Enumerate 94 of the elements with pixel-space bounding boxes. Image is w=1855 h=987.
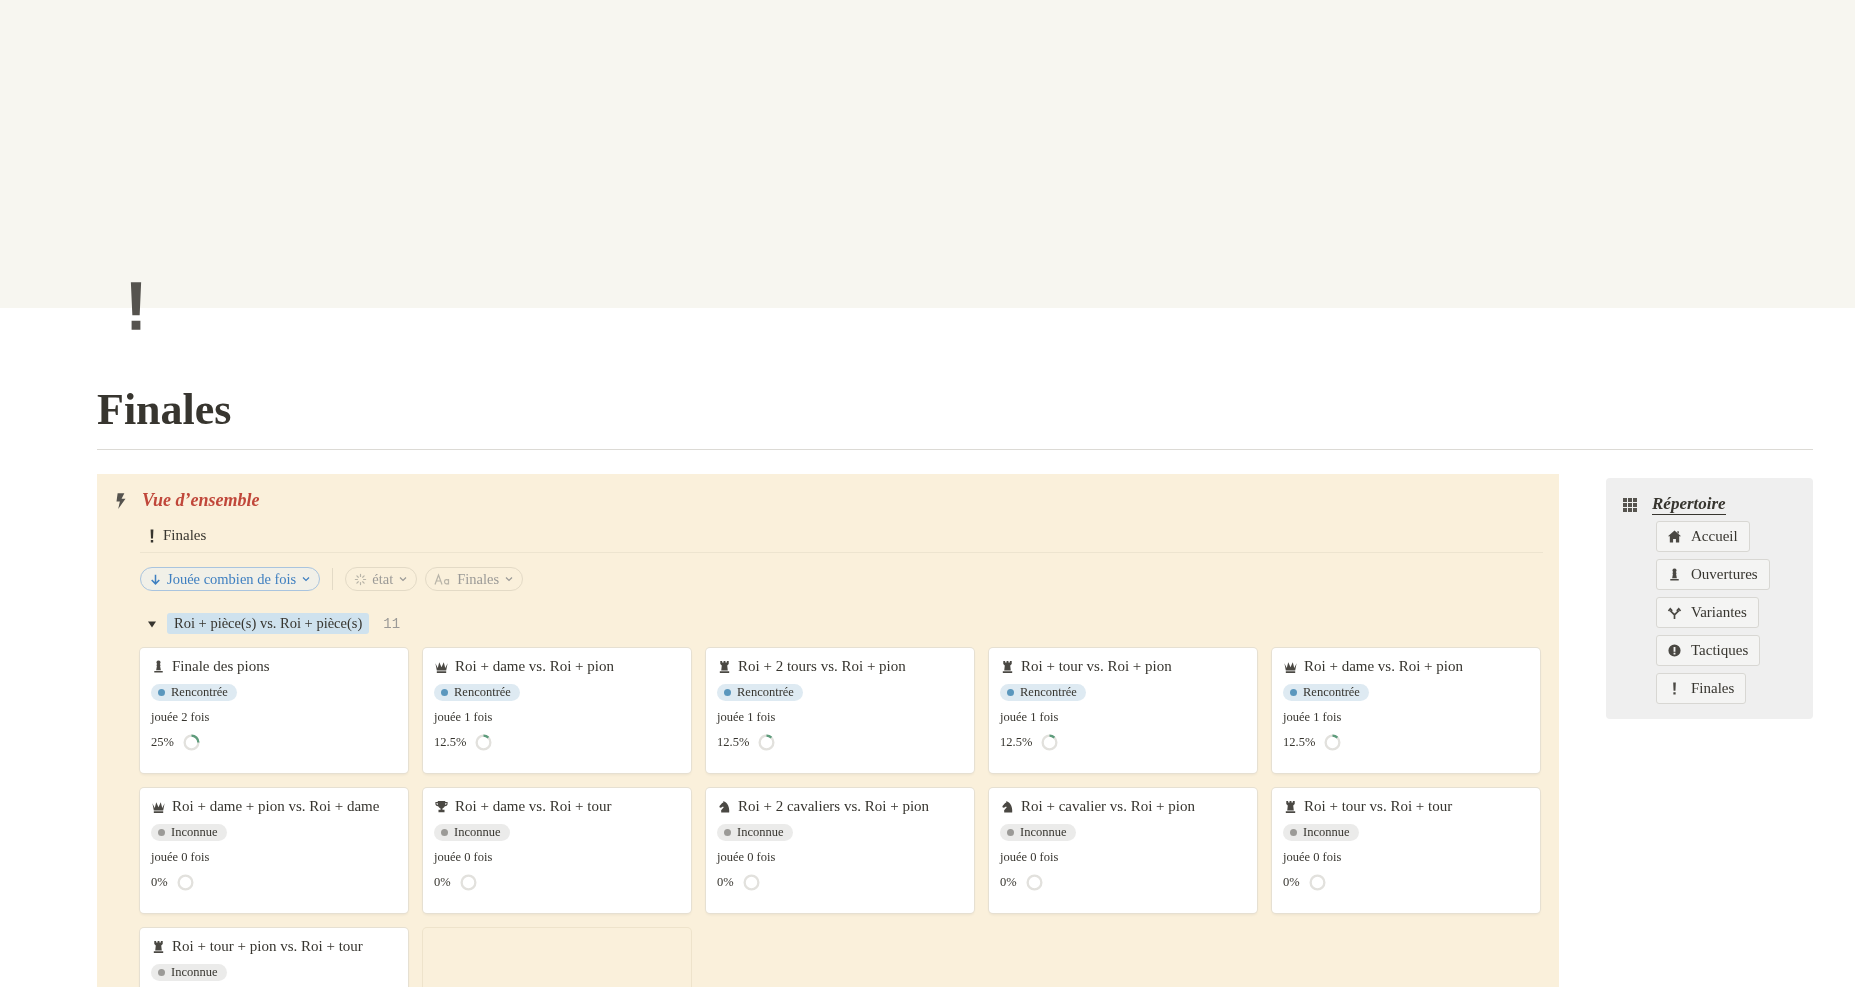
endgame-card[interactable]: Finale des pions Rencontrée jouée 2 fois 25% xyxy=(140,648,408,773)
progress-ring xyxy=(1307,873,1327,892)
chevron-icon xyxy=(504,574,515,584)
sidebar-title: Répertoire xyxy=(1652,494,1726,515)
endgame-card[interactable]: Roi + cavalier vs. Roi + pion Inconnue jouée 0 fois 0% xyxy=(989,788,1257,913)
percent-text: 12.5% xyxy=(717,735,750,750)
card-title: Finale des pions xyxy=(172,658,270,675)
endgame-card[interactable]: Roi + dame vs. Roi + pion Rencontrée jouée 1 fois 12.5% xyxy=(423,648,691,773)
card-title: Roi + 2 cavaliers vs. Roi + pion xyxy=(738,798,930,815)
play-count: jouée 0 fois xyxy=(151,850,211,865)
percent-text: 0% xyxy=(1000,875,1017,890)
status-tag: Inconnue xyxy=(151,964,227,981)
status-tag: Inconnue xyxy=(434,824,510,841)
play-count: jouée 1 fois xyxy=(1000,710,1060,725)
endgame-card[interactable]: Roi + dame vs. Roi + tour Inconnue jouée 0 fois 0% xyxy=(423,788,691,913)
status-tag: Rencontrée xyxy=(1000,684,1086,701)
rook-icon xyxy=(1000,659,1015,674)
pawn-icon xyxy=(151,659,166,674)
section-title: Vue d’ensemble xyxy=(142,490,260,511)
card-title: Roi + tour + pion vs. Roi + tour xyxy=(172,938,363,955)
play-count: jouée 1 fois xyxy=(1283,710,1343,725)
progress-ring xyxy=(474,733,494,752)
endgame-card[interactable]: Roi + 2 tours vs. Roi + pion Rencontrée jouée 1 fois 12.5% xyxy=(706,648,974,773)
status-tag: Rencontrée xyxy=(434,684,520,701)
card-title: Roi + dame vs. Roi + pion xyxy=(455,658,614,675)
percent-text: 12.5% xyxy=(1000,735,1033,750)
page-title: Finales xyxy=(97,384,233,436)
progress-ring xyxy=(1024,873,1044,892)
progress-ring xyxy=(1323,733,1343,752)
nav-button[interactable]: Ouvertures xyxy=(1656,559,1770,590)
play-count: jouée 1 fois xyxy=(434,710,494,725)
status-tag: Rencontrée xyxy=(151,684,237,701)
card-title: Roi + 2 tours vs. Roi + pion xyxy=(738,658,906,675)
status-tag: Inconnue xyxy=(1000,824,1076,841)
percent-text: 12.5% xyxy=(434,735,467,750)
nav-button[interactable]: Accueil xyxy=(1656,521,1750,552)
group-tag: Roi + pièce(s) vs. Roi + pièce(s) xyxy=(167,613,370,634)
play-count: jouée 0 fois xyxy=(434,850,494,865)
grid-icon xyxy=(1622,496,1638,513)
chevron-icon xyxy=(398,574,409,584)
percent-text: 0% xyxy=(1283,875,1300,890)
exclamation-icon xyxy=(149,528,155,543)
percent-text: 12.5% xyxy=(1283,735,1316,750)
fork-arrow-icon xyxy=(1667,605,1682,620)
status-tag: Rencontrée xyxy=(1283,684,1369,701)
percent-text: 0% xyxy=(717,875,734,890)
play-count: jouée 0 fois xyxy=(1283,850,1343,865)
endgame-card[interactable]: Roi + tour vs. Roi + pion Rencontrée jouée 1 fois 12.5% xyxy=(989,648,1257,773)
progress-ring xyxy=(181,733,201,752)
play-count: jouée 0 fois xyxy=(717,850,777,865)
nav-button[interactable]: Tactiques xyxy=(1656,635,1761,666)
alert-icon xyxy=(1667,643,1682,658)
knight-icon xyxy=(1000,799,1015,814)
card-title: Roi + tour vs. Roi + pion xyxy=(1021,658,1172,675)
play-count: jouée 0 fois xyxy=(1000,850,1060,865)
house-icon xyxy=(1667,529,1682,544)
percent-text: 0% xyxy=(434,875,451,890)
percent-text: 0% xyxy=(151,875,168,890)
endgame-card[interactable]: Roi + 2 cavaliers vs. Roi + pion Inconnue jouée 0 fois 0% xyxy=(706,788,974,913)
endgame-card[interactable]: Roi + dame + pion vs. Roi + dame Inconnue jouée 0 fois 0% xyxy=(140,788,408,913)
progress-ring xyxy=(1040,733,1060,752)
card-title: Roi + dame + pion vs. Roi + dame xyxy=(172,798,380,815)
play-count: jouée 1 fois xyxy=(717,710,777,725)
progress-ring xyxy=(458,873,478,892)
knight-icon xyxy=(717,799,732,814)
progress-ring xyxy=(175,873,195,892)
view-tab[interactable]: Finales xyxy=(140,523,215,548)
play-count: jouée 2 fois xyxy=(151,710,211,725)
card-title: Roi + dame vs. Roi + tour xyxy=(455,798,612,815)
card-title: Roi + tour vs. Roi + tour xyxy=(1304,798,1453,815)
endgame-card[interactable]: Roi + tour + pion vs. Roi + tour Inconnue xyxy=(140,928,408,987)
rook-icon xyxy=(1283,799,1298,814)
status-tag: Inconnue xyxy=(717,824,793,841)
card-title: Roi + dame vs. Roi + pion xyxy=(1304,658,1463,675)
status-tag: Rencontrée xyxy=(717,684,803,701)
rook-icon xyxy=(717,659,732,674)
endgame-card[interactable]: Roi + dame vs. Roi + pion Rencontrée jouée 1 fois 12.5% xyxy=(1272,648,1540,773)
progress-ring xyxy=(741,873,761,892)
endgame-card[interactable]: Roi + tour vs. Roi + tour Inconnue jouée 0 fois 0% xyxy=(1272,788,1540,913)
spinner-icon xyxy=(354,572,368,586)
nav-button[interactable]: Variantes xyxy=(1656,597,1759,628)
status-tag: Inconnue xyxy=(1283,824,1359,841)
progress-ring xyxy=(757,733,777,752)
status-tag: Inconnue xyxy=(151,824,227,841)
sort-button[interactable]: Jouée combien de fois xyxy=(140,567,321,591)
pawn-icon xyxy=(1667,567,1682,582)
chevron-icon xyxy=(301,574,312,584)
percent-text: 25% xyxy=(151,735,174,750)
nav-button[interactable]: Finales xyxy=(1656,673,1747,704)
card-title: Roi + cavalier vs. Roi + pion xyxy=(1021,798,1195,815)
group-count: 11 xyxy=(383,615,401,632)
rook-icon xyxy=(151,939,166,954)
trophy-icon xyxy=(434,799,449,814)
arrow-down-icon xyxy=(149,572,162,586)
